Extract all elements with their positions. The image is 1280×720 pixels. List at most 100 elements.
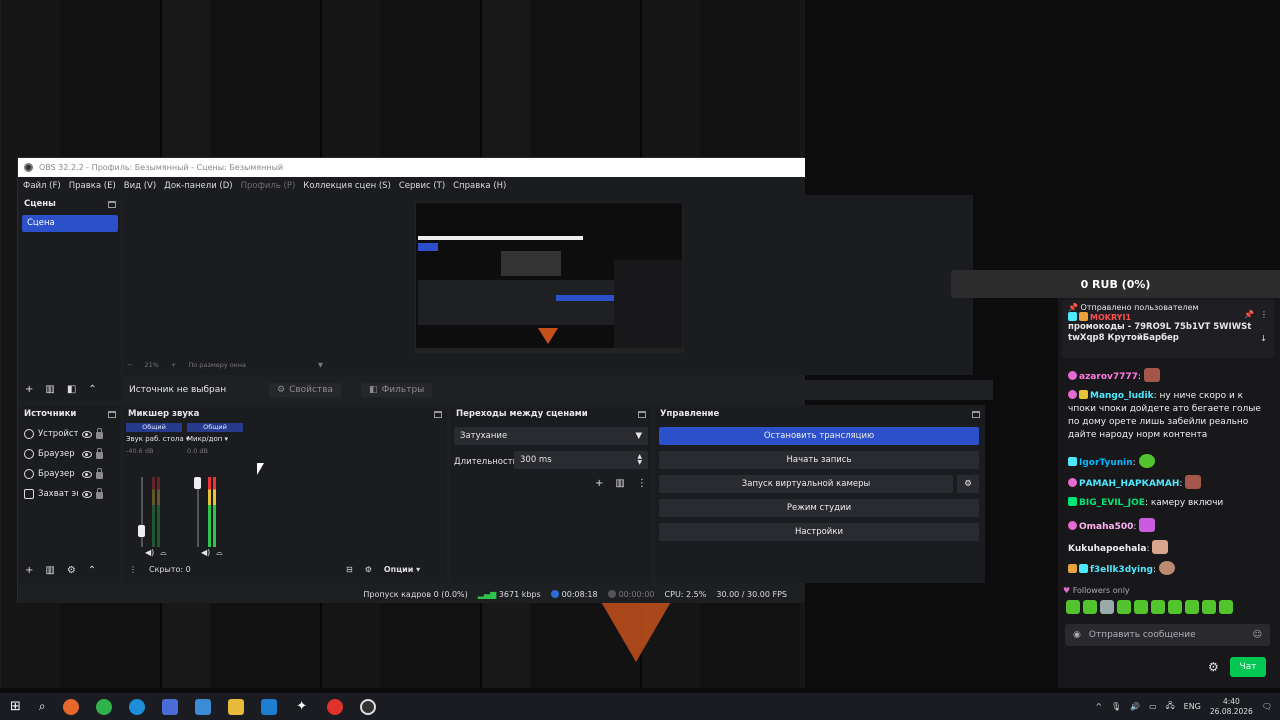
menu-help[interactable]: Справка (H) [453,181,506,191]
sparkle-app-icon[interactable]: ✦ [294,699,310,715]
windows-start-icon[interactable]: ⊞ [10,699,21,714]
headphones-icon[interactable]: ⌓ [160,548,166,558]
spin-arrows-icon[interactable]: ▲ ▼ [637,454,642,466]
microphone-icon[interactable]: 🎙 [1111,702,1121,711]
expand-down-icon[interactable]: ↓ [1260,334,1267,343]
volume-fader-knob[interactable] [138,525,145,537]
eye-icon[interactable] [82,490,92,498]
menu-docks[interactable]: Док-панели (D) [164,181,232,191]
lock-icon[interactable] [96,448,103,459]
filter-icon[interactable]: ◧ [67,384,76,395]
yandex-browser-icon[interactable] [326,698,343,715]
studio-mode-button[interactable]: Режим студии [659,499,979,517]
options-dropdown[interactable]: Опции ▾ [384,565,420,574]
battery-icon[interactable]: ▭ [1149,702,1157,711]
more-vert-icon[interactable]: ⋮ [129,565,137,574]
trash-icon[interactable]: ▥ [45,565,54,576]
emoji-icon[interactable]: ☺ [1253,630,1262,640]
emote-icon[interactable] [1066,600,1080,614]
clock[interactable]: 4:40 26.08.2026 [1210,697,1253,717]
lock-icon[interactable] [96,428,103,439]
volume-fader-knob[interactable] [194,477,201,489]
source-item[interactable]: Браузер [24,465,116,483]
chat-send-button[interactable]: Чат [1230,657,1266,677]
chevron-up-icon[interactable]: ⌃ [88,384,96,395]
start-recording-button[interactable]: Начать запись [659,451,979,469]
notifications-icon[interactable]: 🗨 [1262,702,1272,711]
headphones-icon[interactable]: ⌓ [216,548,222,558]
properties-button[interactable]: ⚙ Свойства [269,383,342,397]
emote-icon[interactable] [1100,600,1114,614]
add-icon[interactable]: + [25,565,33,576]
volume-fader[interactable] [138,477,145,547]
unpin-icon[interactable]: 📌 [1244,310,1254,319]
lock-icon[interactable] [96,468,103,479]
emote-icon[interactable] [1134,600,1148,614]
firefox-icon[interactable] [62,698,79,715]
undock-icon[interactable] [434,410,442,418]
pinned-message[interactable]: 📌 Отправлено пользователем MOKRYI1 промо… [1062,300,1274,358]
gear-icon[interactable]: ⚙ [67,565,76,576]
preview-canvas[interactable] [415,202,684,353]
eye-icon[interactable] [82,450,92,458]
channel-name-dropdown[interactable]: Микр/доп ▾ [187,435,243,443]
undock-icon[interactable] [108,410,116,418]
trash-icon[interactable]: ▥ [45,384,54,395]
chrome-icon[interactable] [95,698,112,715]
tray-overflow-icon[interactable]: ^ [1095,702,1102,711]
source-item[interactable]: Браузер 2 [24,445,116,463]
filters-button[interactable]: ◧ Фильтры [361,383,433,397]
obs-taskbar-icon[interactable] [359,698,376,715]
menu-edit[interactable]: Правка (E) [69,181,116,191]
transition-select[interactable]: Затухание ▼ [454,427,648,445]
emote-icon[interactable] [1168,600,1182,614]
source-item[interactable]: Захват эк [24,485,116,503]
stop-streaming-button[interactable]: Остановить трансляцию [659,427,979,445]
store-icon[interactable] [194,698,211,715]
advanced-audio-icon[interactable]: ⚙ [365,565,372,574]
menu-view[interactable]: Вид (V) [124,181,156,191]
emote-icon[interactable] [1202,600,1216,614]
outlook-icon[interactable] [260,698,277,715]
chat-badge-icon[interactable]: ◉ [1073,630,1081,640]
start-virtual-camera-button[interactable]: Запуск виртуальной камеры [659,475,953,493]
language-indicator[interactable]: ENG [1184,702,1201,711]
eye-icon[interactable] [82,470,92,478]
eye-icon[interactable] [82,430,92,438]
lock-icon[interactable] [96,488,103,499]
more-vert-icon[interactable]: ⋮ [1260,310,1268,319]
settings-button[interactable]: Настройки [659,523,979,541]
layout-icon[interactable]: ⊟ [346,565,353,574]
chat-message-input[interactable]: ◉ Отправить сообщение ☺ [1065,624,1270,646]
chevron-down-icon[interactable]: ▼ [318,361,323,369]
network-icon[interactable]: 🖧 [1166,700,1175,714]
chevron-up-icon[interactable]: ⌃ [88,565,96,576]
virtual-camera-settings-button[interactable]: ⚙ [957,475,979,493]
zoom-out-icon[interactable]: − [127,361,132,369]
menu-tools[interactable]: Сервис (T) [399,181,445,191]
volume-icon[interactable]: 🔊 [1130,702,1140,711]
obs-titlebar[interactable]: OBS 32.2.2 - Профиль: Безымянный - Сцены… [18,158,805,177]
add-icon[interactable]: + [25,384,33,395]
emote-icon[interactable] [1185,600,1199,614]
menu-file[interactable]: Файл (F) [23,181,61,191]
menu-scene-collection[interactable]: Коллекция сцен (S) [303,181,391,191]
undock-icon[interactable] [108,200,116,208]
save-app-icon[interactable] [161,698,178,715]
add-icon[interactable]: + [595,478,603,489]
fit-to-window-dropdown[interactable]: По размеру окна [188,361,246,369]
more-vert-icon[interactable]: ⋮ [637,478,647,489]
undock-icon[interactable] [972,410,980,418]
emote-icon[interactable] [1151,600,1165,614]
zoom-in-icon[interactable]: + [171,361,176,369]
chat-settings-gear-icon[interactable]: ⚙ [1208,660,1219,674]
duration-spinbox[interactable]: 300 ms ▲ ▼ [514,451,648,469]
explorer-icon[interactable] [227,698,244,715]
volume-fader[interactable] [194,477,201,547]
edge-icon[interactable] [128,698,145,715]
trash-icon[interactable]: ▥ [615,478,624,489]
speaker-icon[interactable]: ◀) [145,548,154,558]
undock-icon[interactable] [638,410,646,418]
emote-icon[interactable] [1219,600,1233,614]
scene-item-selected[interactable]: Сцена [22,215,118,232]
